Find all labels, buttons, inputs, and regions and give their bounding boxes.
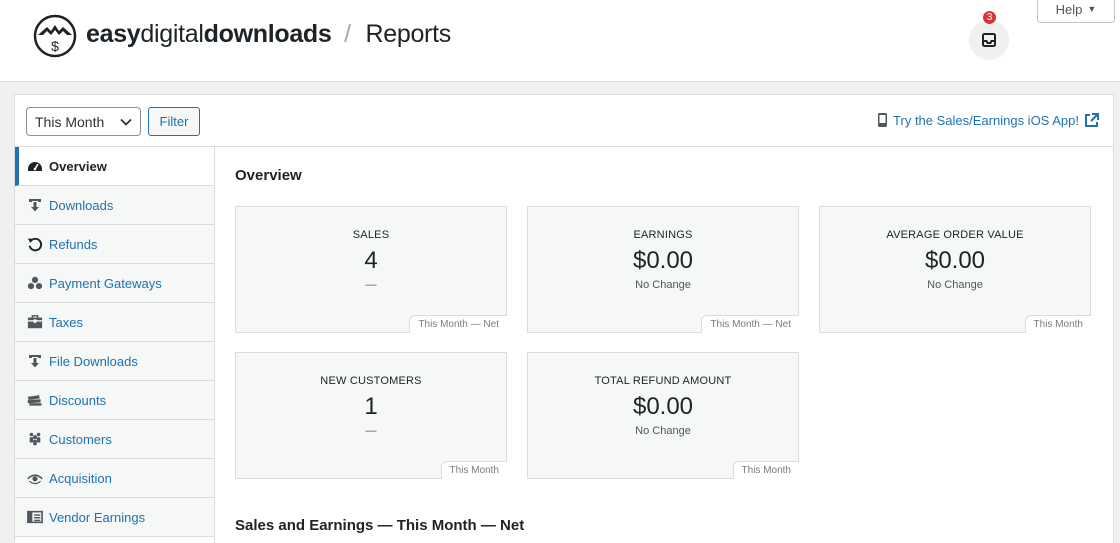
date-range-value: This Month [35, 113, 105, 130]
sidebar-item-label: Payment Gateways [49, 275, 162, 291]
stat-period: This Month — Net [409, 315, 507, 333]
download-icon [27, 197, 43, 213]
store-icon [27, 314, 43, 330]
stat-label: TOTAL REFUND AMOUNT [594, 375, 732, 387]
ios-app-link[interactable]: Try the Sales/Earnings iOS App! [877, 112, 1099, 128]
stat-period: This Month [732, 461, 799, 479]
sidebar-item-discounts[interactable]: Discounts [15, 381, 214, 420]
vendor-icon [27, 509, 43, 525]
sidebar-item-label: Acquisition [49, 470, 112, 486]
stat-tile-new-customers: NEW CUSTOMERS 1 — This Month [235, 352, 507, 479]
stat-period: This Month [1024, 315, 1091, 333]
sidebar-item-label: Discounts [49, 392, 107, 408]
sidebar-item-label: Overview [49, 158, 107, 174]
sidebar-item-label: Downloads [49, 197, 114, 213]
brand-name-part1: easy [86, 20, 141, 48]
chevron-down-icon [120, 118, 132, 126]
sidebar-item-label: Vendor Earnings [49, 509, 146, 525]
stat-label: EARNINGS [633, 229, 693, 241]
svg-text:$: $ [51, 38, 59, 54]
report-content: Overview SALES 4 — This Month — Net EARN… [235, 147, 1105, 543]
sidebar-item-file-downloads[interactable]: File Downloads [15, 342, 214, 381]
stat-value: $0.00 [632, 247, 694, 274]
sidebar-item-refunds[interactable]: Refunds [15, 225, 214, 264]
notifications-button[interactable] [969, 20, 1009, 60]
stat-change: No Change [635, 279, 691, 291]
sidebar-item-label: Customers [49, 431, 112, 447]
edd-logo-icon[interactable]: $ [33, 14, 77, 58]
title-separator: / [344, 20, 351, 48]
sidebar-item-label: Taxes [49, 314, 83, 330]
stat-value: 4 [364, 247, 378, 274]
stat-tile-earnings: EARNINGS $0.00 No Change This Month — Ne… [527, 206, 799, 333]
stat-change: — [365, 279, 377, 291]
download-icon [27, 353, 43, 369]
smartphone-icon [878, 113, 888, 127]
reports-sidebar: Overview Downloads Refunds Payment Gatew… [15, 147, 215, 543]
sales-earnings-heading: Sales and Earnings — This Month — Net [235, 517, 525, 534]
inbox-icon [982, 33, 996, 47]
help-label: Help [1055, 1, 1083, 17]
tickets-icon [27, 392, 43, 408]
reports-panel: This Month Filter Try the Sales/Earnings… [14, 94, 1114, 543]
date-range-select[interactable]: This Month [26, 107, 141, 136]
sidebar-item-taxes[interactable]: Taxes [15, 303, 214, 342]
sidebar-item-overview[interactable]: Overview [15, 147, 214, 186]
stat-change: No Change [635, 425, 691, 437]
customers-icon [27, 431, 43, 447]
page-title: Reports [365, 20, 451, 48]
page-header: $ easydigitaldownloads / Reports 3 Help … [0, 0, 1120, 82]
page-heading: easydigitaldownloads / Reports [86, 20, 451, 49]
stat-period: This Month — Net [701, 315, 799, 333]
filter-toolbar: This Month Filter Try the Sales/Earnings… [15, 95, 1113, 147]
sidebar-item-customers[interactable]: Customers [15, 420, 214, 459]
caret-down-icon: ▼ [1087, 4, 1097, 14]
external-link-icon [1085, 112, 1099, 127]
dashboard-icon [27, 158, 43, 174]
sidebar-item-vendor-earnings[interactable]: Vendor Earnings [15, 498, 214, 537]
overview-heading: Overview [235, 167, 302, 184]
stat-value: $0.00 [632, 393, 694, 420]
stat-tile-average-order-value: AVERAGE ORDER VALUE $0.00 No Change This… [819, 206, 1091, 333]
notification-count-badge: 3 [982, 10, 997, 25]
sidebar-item-label: File Downloads [49, 353, 138, 369]
stat-label: SALES [352, 229, 390, 241]
stat-tile-sales: SALES 4 — This Month — Net [235, 206, 507, 333]
stat-change: — [365, 425, 377, 437]
stat-tile-total-refund-amount: TOTAL REFUND AMOUNT $0.00 No Change This… [527, 352, 799, 479]
stat-change: No Change [927, 279, 983, 291]
filter-button[interactable]: Filter [148, 107, 200, 136]
refund-icon [27, 236, 43, 252]
ios-app-link-label: Try the Sales/Earnings iOS App! [893, 112, 1079, 128]
brand-name-part2: digital [140, 20, 204, 48]
sidebar-item-payment-gateways[interactable]: Payment Gateways [15, 264, 214, 303]
sidebar-item-downloads[interactable]: Downloads [15, 186, 214, 225]
stat-value: $0.00 [924, 247, 986, 274]
groups-icon [27, 275, 43, 291]
stat-label: NEW CUSTOMERS [320, 375, 422, 387]
sidebar-item-acquisition[interactable]: Acquisition [15, 459, 214, 498]
sidebar-item-label: Refunds [49, 236, 98, 252]
help-tab-button[interactable]: Help ▼ [1037, 0, 1115, 23]
stat-value: 1 [364, 393, 378, 420]
brand-name-part3: downloads [203, 20, 332, 48]
visibility-icon [27, 470, 43, 486]
stat-label: AVERAGE ORDER VALUE [886, 229, 1024, 241]
stat-period: This Month [440, 461, 507, 479]
